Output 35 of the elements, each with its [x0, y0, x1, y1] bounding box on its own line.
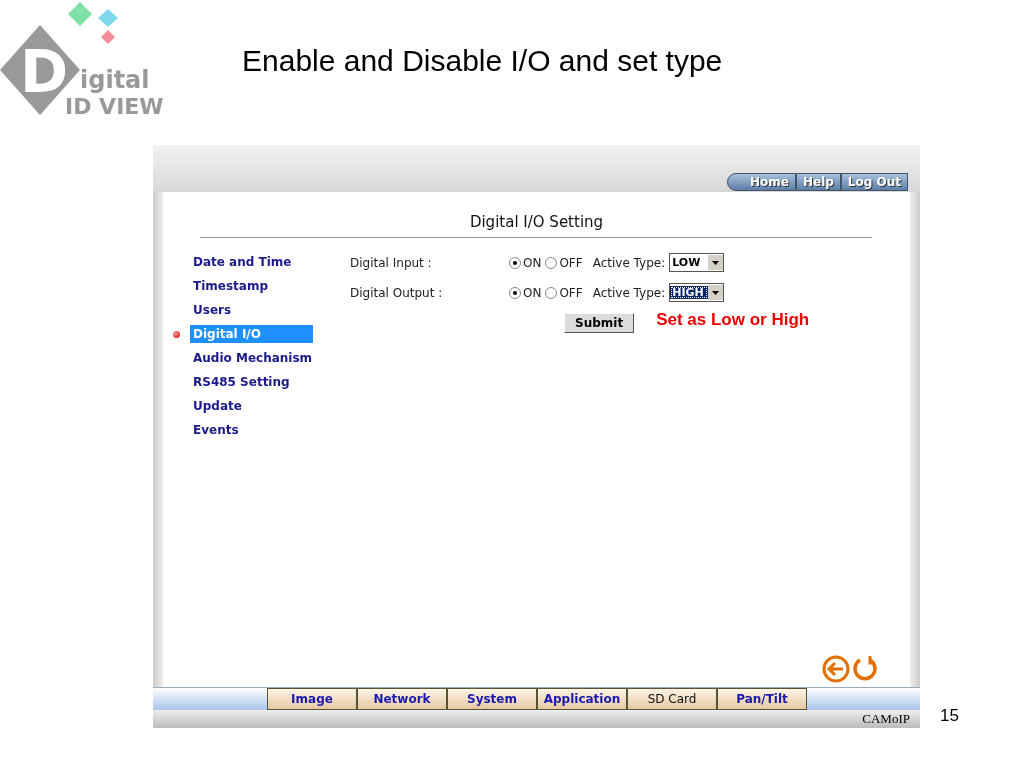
sidebar-item[interactable]: Users: [190, 301, 313, 319]
annotation-text: Set as Low or High: [656, 310, 810, 330]
menu-tab[interactable]: Image: [267, 688, 357, 710]
status-text: CAMoIP: [862, 711, 910, 727]
page-title: Digital I/O Setting: [468, 213, 605, 231]
menu-tab[interactable]: System: [447, 688, 537, 710]
sidebar-item[interactable]: Update: [190, 397, 313, 415]
field-label: Active Type:: [592, 285, 666, 300]
submit-button[interactable]: Submit: [564, 313, 635, 333]
page-number: 15: [940, 706, 959, 726]
field-label: Digital Input :: [350, 255, 433, 270]
caret-icon: [712, 260, 720, 265]
menu-tab[interactable]: SD Card: [627, 688, 717, 710]
logo-text: igital: [80, 66, 150, 94]
slide-title: Enable and Disable I/O and set type: [242, 44, 723, 79]
radio-label: OFF: [559, 255, 583, 270]
sidebar-item[interactable]: RS485 Setting: [190, 373, 313, 391]
type-dropdown[interactable]: HIGH: [669, 283, 725, 302]
type-dropdown[interactable]: LOW: [669, 253, 725, 272]
field-label: Digital Output :: [350, 285, 444, 300]
radio-label: ON: [523, 285, 542, 300]
logo-text: ID VIEW: [65, 94, 164, 119]
sidebar-item[interactable]: Date and Time: [190, 253, 313, 271]
radio-label: OFF: [559, 285, 583, 300]
sidebar-item[interactable]: Timestamp: [190, 277, 313, 295]
menu-tab[interactable]: Application: [537, 688, 627, 710]
bullet-icon: [173, 330, 180, 338]
menu-tab[interactable]: Pan/Tilt: [717, 688, 807, 710]
field-label: Active Type:: [592, 255, 666, 270]
sidebar-item[interactable]: Events: [190, 421, 313, 439]
sidebar-item[interactable]: Audio Mechanism: [190, 349, 316, 367]
menu-tab[interactable]: Network: [357, 688, 447, 710]
caret-icon: [712, 290, 720, 295]
radio-label: ON: [523, 255, 542, 270]
refresh-icon[interactable]: [852, 655, 878, 683]
